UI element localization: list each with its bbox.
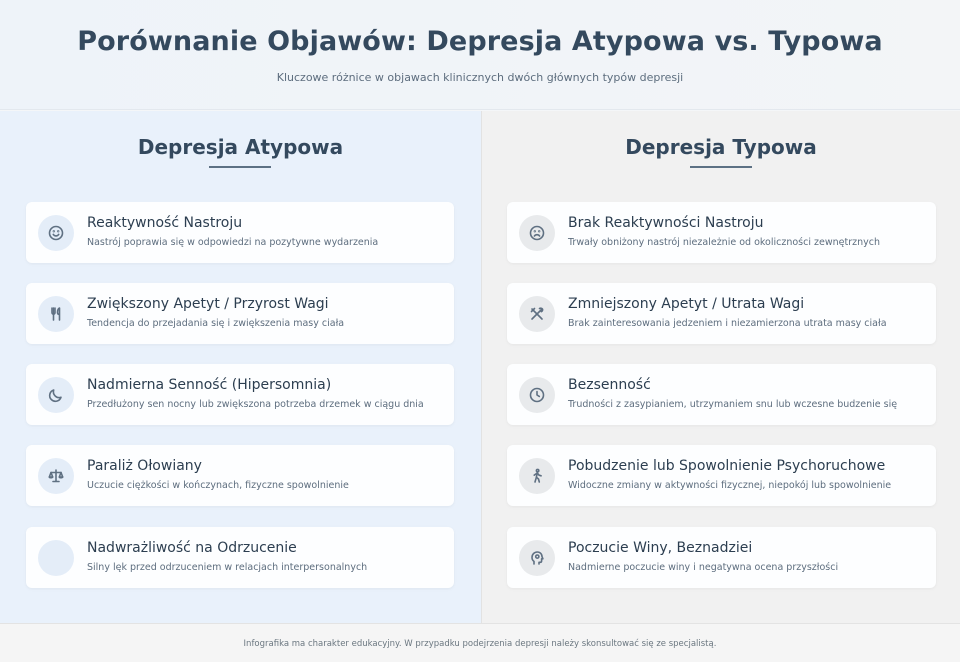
symptom-title: Pobudzenie lub Spowolnienie Psychoruchow… (568, 458, 886, 474)
symptom-title: Paraliż Ołowiany (87, 458, 202, 474)
symptom-card: Zmniejszony Apetyt / Utrata Wagi Brak za… (507, 283, 936, 344)
symptom-card: Nadwrażliwość na Odrzucenie Silny lęk pr… (26, 527, 454, 588)
atypical-column: Depresja Atypowa Reaktywność Nastroju Na… (0, 111, 481, 623)
symptom-title: Bezsenność (568, 377, 651, 393)
symptom-title: Reaktywność Nastroju (87, 215, 243, 231)
symptom-description: Widoczne zmiany w aktywności fizycznej, … (568, 480, 892, 491)
symptom-title: Brak Reaktywności Nastroju (568, 215, 764, 231)
header: Porównanie Objawów: Depresja Atypowa vs.… (0, 0, 960, 110)
column-title-atypical: Depresja Atypowa (137, 135, 344, 159)
symptom-card: Bezsenność Trudności z zasypianiem, utrz… (507, 364, 936, 425)
symptom-description: Uczucie ciężkości w kończynach, fizyczne… (87, 480, 349, 491)
symptom-description: Trwały obniżony nastrój niezależnie od o… (568, 237, 880, 248)
symptom-title: Zmniejszony Apetyt / Utrata Wagi (568, 296, 805, 312)
title-underline (209, 166, 271, 168)
footer-disclaimer: Infografika ma charakter edukacyjny. W p… (0, 623, 960, 662)
title-underline (690, 166, 752, 168)
symptom-description: Trudności z zasypianiem, utrzymaniem snu… (568, 399, 898, 410)
symptom-card: Nadmierna Senność (Hipersomnia) Przedłuż… (26, 364, 454, 425)
symptom-description: Przedłużony sen nocny lub zwiększona pot… (87, 399, 424, 410)
moon-icon (38, 377, 74, 413)
symptom-description: Nastrój poprawia się w odpowiedzi na poz… (87, 237, 379, 248)
symptom-title: Poczucie Winy, Beznadziei (568, 540, 753, 556)
symptom-card: Brak Reaktywności Nastroju Trwały obniżo… (507, 202, 936, 263)
frown-icon (519, 215, 555, 251)
symptom-title: Zwiększony Apetyt / Przyrost Wagi (87, 296, 329, 312)
symptom-card: Paraliż Ołowiany Uczucie ciężkości w koń… (26, 445, 454, 506)
symptom-card: Reaktywność Nastroju Nastrój poprawia si… (26, 202, 454, 263)
symptom-description: Tendencja do przejadania się i zwiększen… (87, 318, 345, 329)
walking-person-icon (519, 458, 555, 494)
symptom-description: Nadmierne poczucie winy i negatywna ocen… (568, 562, 839, 573)
balance-scale-icon (38, 458, 74, 494)
symptom-title: Nadwrażliwość na Odrzucenie (87, 540, 297, 556)
column-title-typical: Depresja Typowa (625, 135, 817, 159)
symptom-description: Silny lęk przed odrzuceniem w relacjach … (87, 562, 368, 573)
head-brain-icon (519, 540, 555, 576)
blank-icon (38, 540, 74, 576)
symptom-card: Pobudzenie lub Spowolnienie Psychoruchow… (507, 445, 936, 506)
page-subtitle: Kluczowe różnice w objawach klinicznych … (276, 71, 684, 84)
typical-column: Depresja Typowa Brak Reaktywności Nastro… (481, 111, 960, 623)
symptom-title: Nadmierna Senność (Hipersomnia) (87, 377, 332, 393)
symptom-card: Zwiększony Apetyt / Przyrost Wagi Tenden… (26, 283, 454, 344)
smile-icon (38, 215, 74, 251)
utensils-icon (38, 296, 74, 332)
page-title: Porównanie Objawów: Depresja Atypowa vs.… (77, 26, 883, 57)
symptom-card: Poczucie Winy, Beznadziei Nadmierne pocz… (507, 527, 936, 588)
symptom-description: Brak zainteresowania jedzeniem i niezami… (568, 318, 887, 329)
crossed-utensils-icon (519, 296, 555, 332)
clock-icon (519, 377, 555, 413)
